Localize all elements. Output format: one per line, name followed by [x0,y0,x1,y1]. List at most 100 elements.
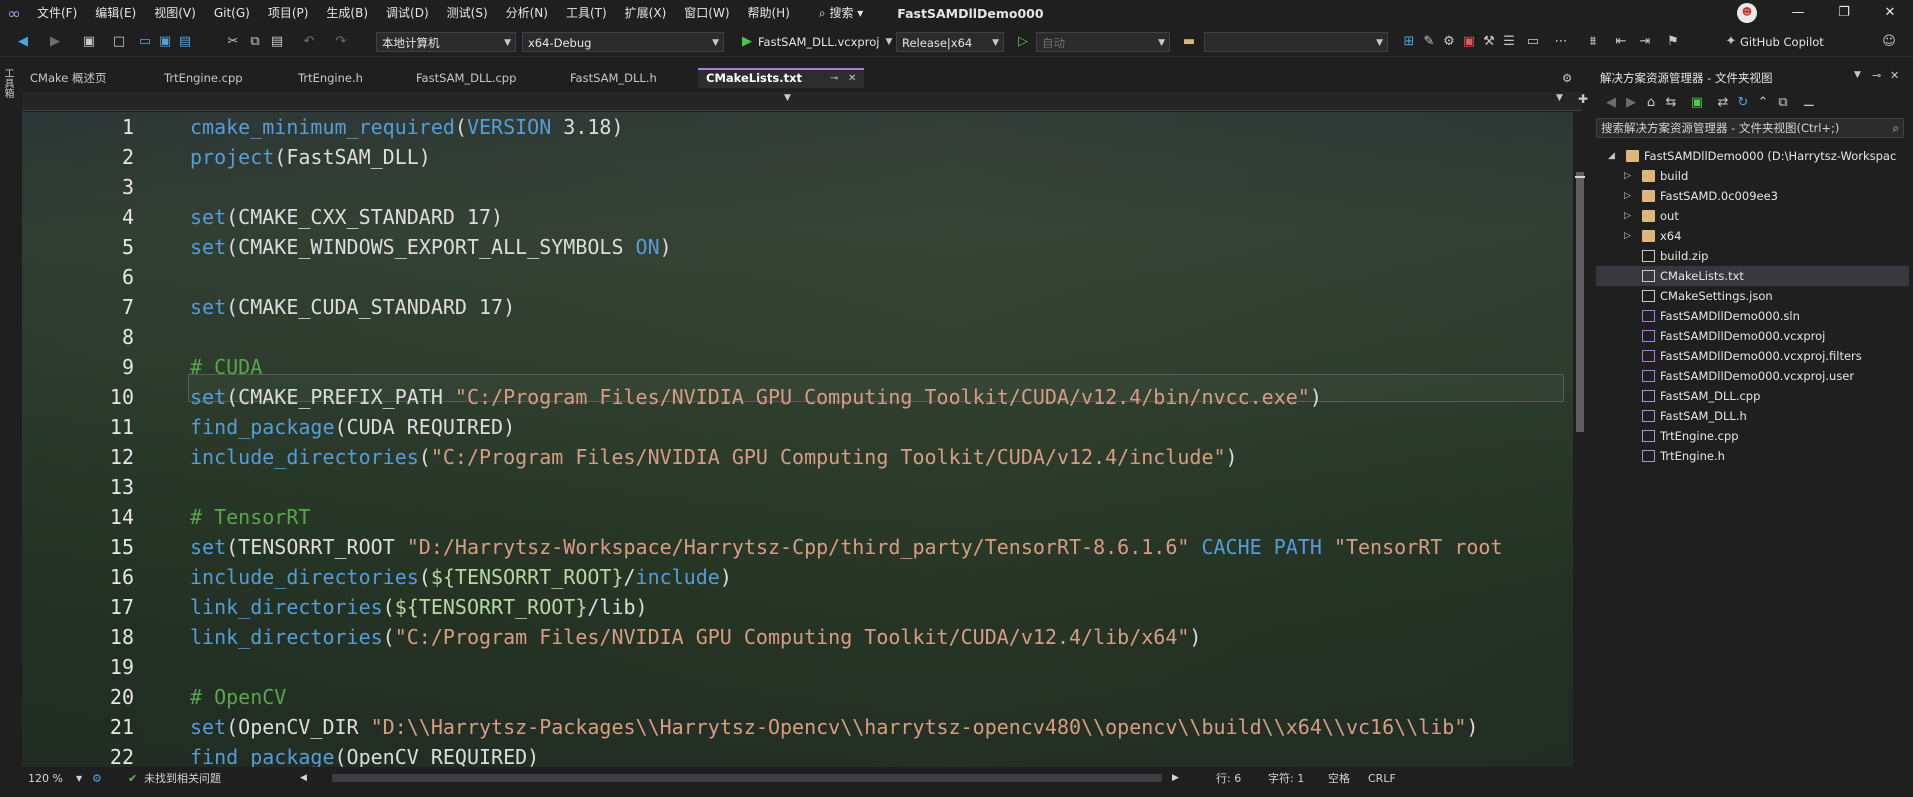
menu-edit[interactable]: 编辑(E) [86,0,145,26]
comment-icon[interactable]: ⩩ [1584,33,1602,51]
expand-icon[interactable]: ▷ [1624,226,1631,246]
maximize-button[interactable]: ❐ [1821,0,1867,26]
home-icon[interactable]: ⌂ [1642,94,1660,112]
wrench-icon[interactable]: ✎ [1420,33,1438,51]
tab-trtengine-cpp[interactable]: TrtEngine.cpp [156,68,268,88]
close-icon[interactable]: ✕ [848,70,856,87]
toolbox-tab[interactable]: 工具箱 [2,68,15,98]
code-line[interactable]: set(CMAKE_WINDOWS_EXPORT_ALL_SYMBOLS ON) [190,232,672,262]
minimize-button[interactable]: — [1775,0,1821,26]
code-line[interactable]: set(CMAKE_PREFIX_PATH "C:/Program Files/… [190,382,1322,412]
build-config-combo[interactable]: Release|x64 ▼ [896,32,1004,52]
search-button[interactable]: ⌕ 搜索 ▾ [809,0,873,26]
chevron-down-icon[interactable]: ▼ [784,93,791,103]
settings-icon[interactable]: ⚙ [92,769,102,788]
save-icon[interactable]: ▣ [156,33,174,51]
menu-file[interactable]: 文件(F) [28,0,86,26]
machine-combo[interactable]: 本地计算机 ▼ [376,32,516,52]
scroll-left-icon[interactable]: ◀ [300,769,307,788]
solution-search-input[interactable]: 搜索解决方案资源管理器 - 文件夹视图(Ctrl+;) ⌕ [1596,118,1904,138]
pending-changes-icon[interactable]: ▣ [1688,94,1706,112]
char-indicator[interactable]: 字符: 1 [1268,769,1304,788]
back-icon[interactable]: ◀ [1602,94,1620,112]
save-all-icon[interactable]: ▤ [176,33,194,51]
paste-icon[interactable]: ▤ [268,33,286,51]
open-icon[interactable]: ▭ [136,33,154,51]
navigation-bar[interactable]: ▼ ▼ [22,92,1582,111]
horizontal-scrollbar[interactable] [332,774,1162,782]
outdent-icon[interactable]: ⇤ [1612,33,1630,51]
tree-file[interactable]: TrtEngine.cpp [1596,426,1909,446]
code-line[interactable]: set(OpenCV_DIR "D:\\Harrytsz-Packages\\H… [190,712,1478,742]
expanded-icon[interactable]: ◢ [1608,146,1615,166]
config-combo[interactable]: x64-Debug ▼ [522,32,724,52]
folder-icon[interactable]: ▬ [1180,33,1198,51]
settings-icon[interactable]: ⚙ [1440,33,1458,51]
code-line[interactable]: # CUDA [190,352,262,382]
tree-file[interactable]: TrtEngine.h [1596,446,1909,466]
layout-icon[interactable]: ▭ [1524,33,1542,51]
tree-file[interactable]: FastSAMDllDemo000.sln [1596,306,1909,326]
refresh-icon[interactable]: ↻ [1734,94,1752,112]
code-line[interactable]: include_directories(${TENSORRT_ROOT}/inc… [190,562,732,592]
expand-icon[interactable]: ▷ [1624,206,1631,226]
menu-test[interactable]: 测试(S) [438,0,497,26]
forward-icon[interactable]: ▶ [1622,94,1640,112]
code-line[interactable]: link_directories("C:/Program Files/NVIDI… [190,622,1201,652]
undo-icon[interactable]: ↶ [300,33,318,51]
vertical-scrollbar[interactable] [1573,112,1587,767]
code-editor[interactable]: 1 cmake_minimum_required(VERSION 3.18) 2 pr… [22,112,1575,767]
start-without-debug-icon[interactable]: ▷ [1014,33,1032,51]
menu-extensions[interactable]: 扩展(X) [616,0,676,26]
back-icon[interactable]: ◀ [14,33,32,51]
tree-file[interactable]: CMakeLists.txt [1596,266,1909,286]
menu-help[interactable]: 帮助(H) [739,0,799,26]
user-avatar[interactable]: ☻ [1737,3,1757,23]
tree-file[interactable]: build.zip [1596,246,1909,266]
target-combo[interactable]: ▼ [1204,32,1388,52]
properties-icon[interactable]: ⚊ [1800,94,1818,112]
code-line[interactable]: find_package(OpenCV REQUIRED) [190,742,539,767]
show-all-files-icon[interactable]: ⧉ [1774,94,1792,112]
code-line[interactable]: link_directories(${TENSORRT_ROOT}/lib) [190,592,648,622]
split-icon[interactable]: ✚ [1576,92,1590,110]
switch-view-icon[interactable]: ⇆ [1662,94,1680,112]
tree-file[interactable]: FastSAMDllDemo000.vcxproj.filters [1596,346,1909,366]
list-icon[interactable]: ☰ [1500,33,1518,51]
pin-icon[interactable]: ⊸ [1872,69,1881,82]
tree-file[interactable]: FastSAMDllDemo000.vcxproj [1596,326,1909,346]
feedback-icon[interactable]: ☺ [1880,33,1898,51]
menu-project[interactable]: 项目(P) [259,0,318,26]
code-line[interactable]: # OpenCV [190,682,286,712]
tree-file[interactable]: CMakeSettings.json [1596,286,1909,306]
tree-root[interactable]: ◢ FastSAMDllDemo000 (D:\Harrytsz-Workspa… [1596,146,1909,166]
scroll-right-icon[interactable]: ▶ [1172,769,1179,788]
new-project-icon[interactable]: ▣ [80,33,98,51]
tab-fastsam-dll-cpp[interactable]: FastSAM_DLL.cpp [408,68,538,88]
sync-icon[interactable]: ⇄ [1714,94,1732,112]
menu-view[interactable]: 视图(V) [145,0,205,26]
new-file-icon[interactable]: □ [110,33,128,51]
format-icon[interactable]: ⋯ [1552,33,1570,51]
tree-folder[interactable]: ▷ FastSAMD.0c009ee3 [1596,186,1909,206]
menu-build[interactable]: 生成(B) [317,0,377,26]
tools-icon[interactable]: ⚒ [1480,33,1498,51]
menu-tools[interactable]: 工具(T) [557,0,616,26]
code-line[interactable]: # TensorRT [190,502,310,532]
tab-fastsam-dll-h[interactable]: FastSAM_DLL.h [562,68,682,88]
chevron-down-icon[interactable]: ▼ [1854,70,1861,80]
copilot-icon[interactable]: ✦ [1722,33,1740,51]
whitespace-indicator[interactable]: 空格 [1328,769,1350,788]
menu-git[interactable]: Git(G) [205,0,259,26]
close-button[interactable]: ✕ [1867,0,1913,26]
zoom-level[interactable]: 120 % [28,769,63,788]
menu-debug[interactable]: 调试(D) [377,0,438,26]
copy-icon[interactable]: ⧉ [246,33,264,51]
expand-icon[interactable]: ▷ [1624,186,1631,206]
code-line[interactable]: find_package(CUDA REQUIRED) [190,412,515,442]
tab-settings-icon[interactable]: ⚙ [1560,68,1580,88]
pin-icon[interactable]: ⊸ [830,70,838,87]
copilot-button[interactable]: GitHub Copilot [1740,33,1824,51]
tree-file[interactable]: FastSAM_DLL.cpp [1596,386,1909,406]
tab-cmake-overview[interactable]: CMake 概述页 [22,68,144,88]
